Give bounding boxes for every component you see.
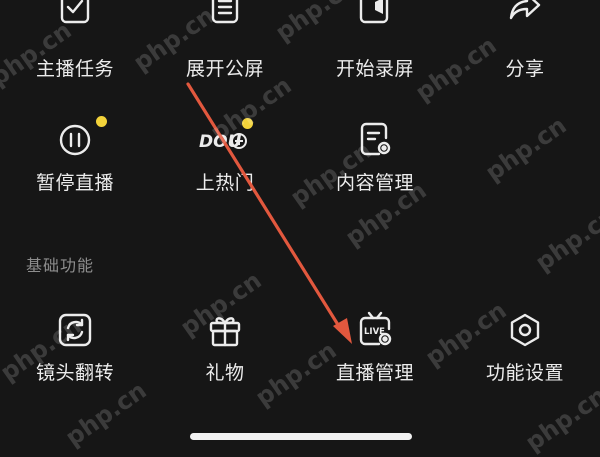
item-label: 礼物 [205, 362, 245, 384]
item-label: 镜头翻转 [35, 362, 114, 384]
notification-badge [242, 118, 253, 129]
item-live-management[interactable]: LIVE 直播管理 [300, 308, 450, 418]
notification-badge [96, 116, 107, 127]
item-label: 开始录屏 [335, 58, 414, 80]
content-settings-icon [353, 118, 397, 162]
section-title-basic-functions: 基础功能 [26, 256, 95, 275]
item-camera-flip[interactable]: 镜头翻转 [0, 308, 150, 418]
gift-icon [203, 308, 247, 352]
item-trending[interactable]: DOU 上热门 [150, 118, 300, 228]
record-camera-icon [353, 0, 397, 30]
item-label: 功能设置 [485, 362, 564, 384]
camera-flip-icon [53, 308, 97, 352]
douplus-icon: DOU [195, 118, 255, 162]
item-start-recording[interactable]: 开始录屏 [300, 0, 450, 114]
item-anchor-tasks[interactable]: 主播任务 [0, 0, 150, 114]
item-function-settings[interactable]: 功能设置 [450, 308, 600, 418]
item-expand-screen[interactable]: 展开公屏 [150, 0, 300, 114]
item-label: 内容管理 [335, 172, 414, 194]
item-label: 直播管理 [335, 362, 414, 384]
item-label: 主播任务 [35, 58, 114, 80]
item-label: 暂停直播 [35, 172, 114, 194]
item-share[interactable]: 分享 [450, 0, 600, 114]
task-check-icon [53, 0, 97, 30]
item-gift[interactable]: 礼物 [150, 308, 300, 418]
watermark: php.cn [480, 111, 572, 187]
item-pause-live[interactable]: 暂停直播 [0, 116, 150, 228]
item-content-management[interactable]: 内容管理 [300, 118, 450, 228]
home-indicator[interactable] [190, 433, 412, 440]
live-manage-icon: LIVE [353, 308, 397, 352]
watermark: php.cn [530, 201, 600, 277]
settings-hex-icon [503, 308, 547, 352]
share-icon [503, 0, 547, 30]
item-label: 上热门 [195, 172, 255, 194]
list-doc-icon [203, 0, 247, 30]
item-label: 分享 [505, 58, 545, 80]
pause-icon [53, 116, 107, 162]
item-label: 展开公屏 [185, 58, 264, 80]
